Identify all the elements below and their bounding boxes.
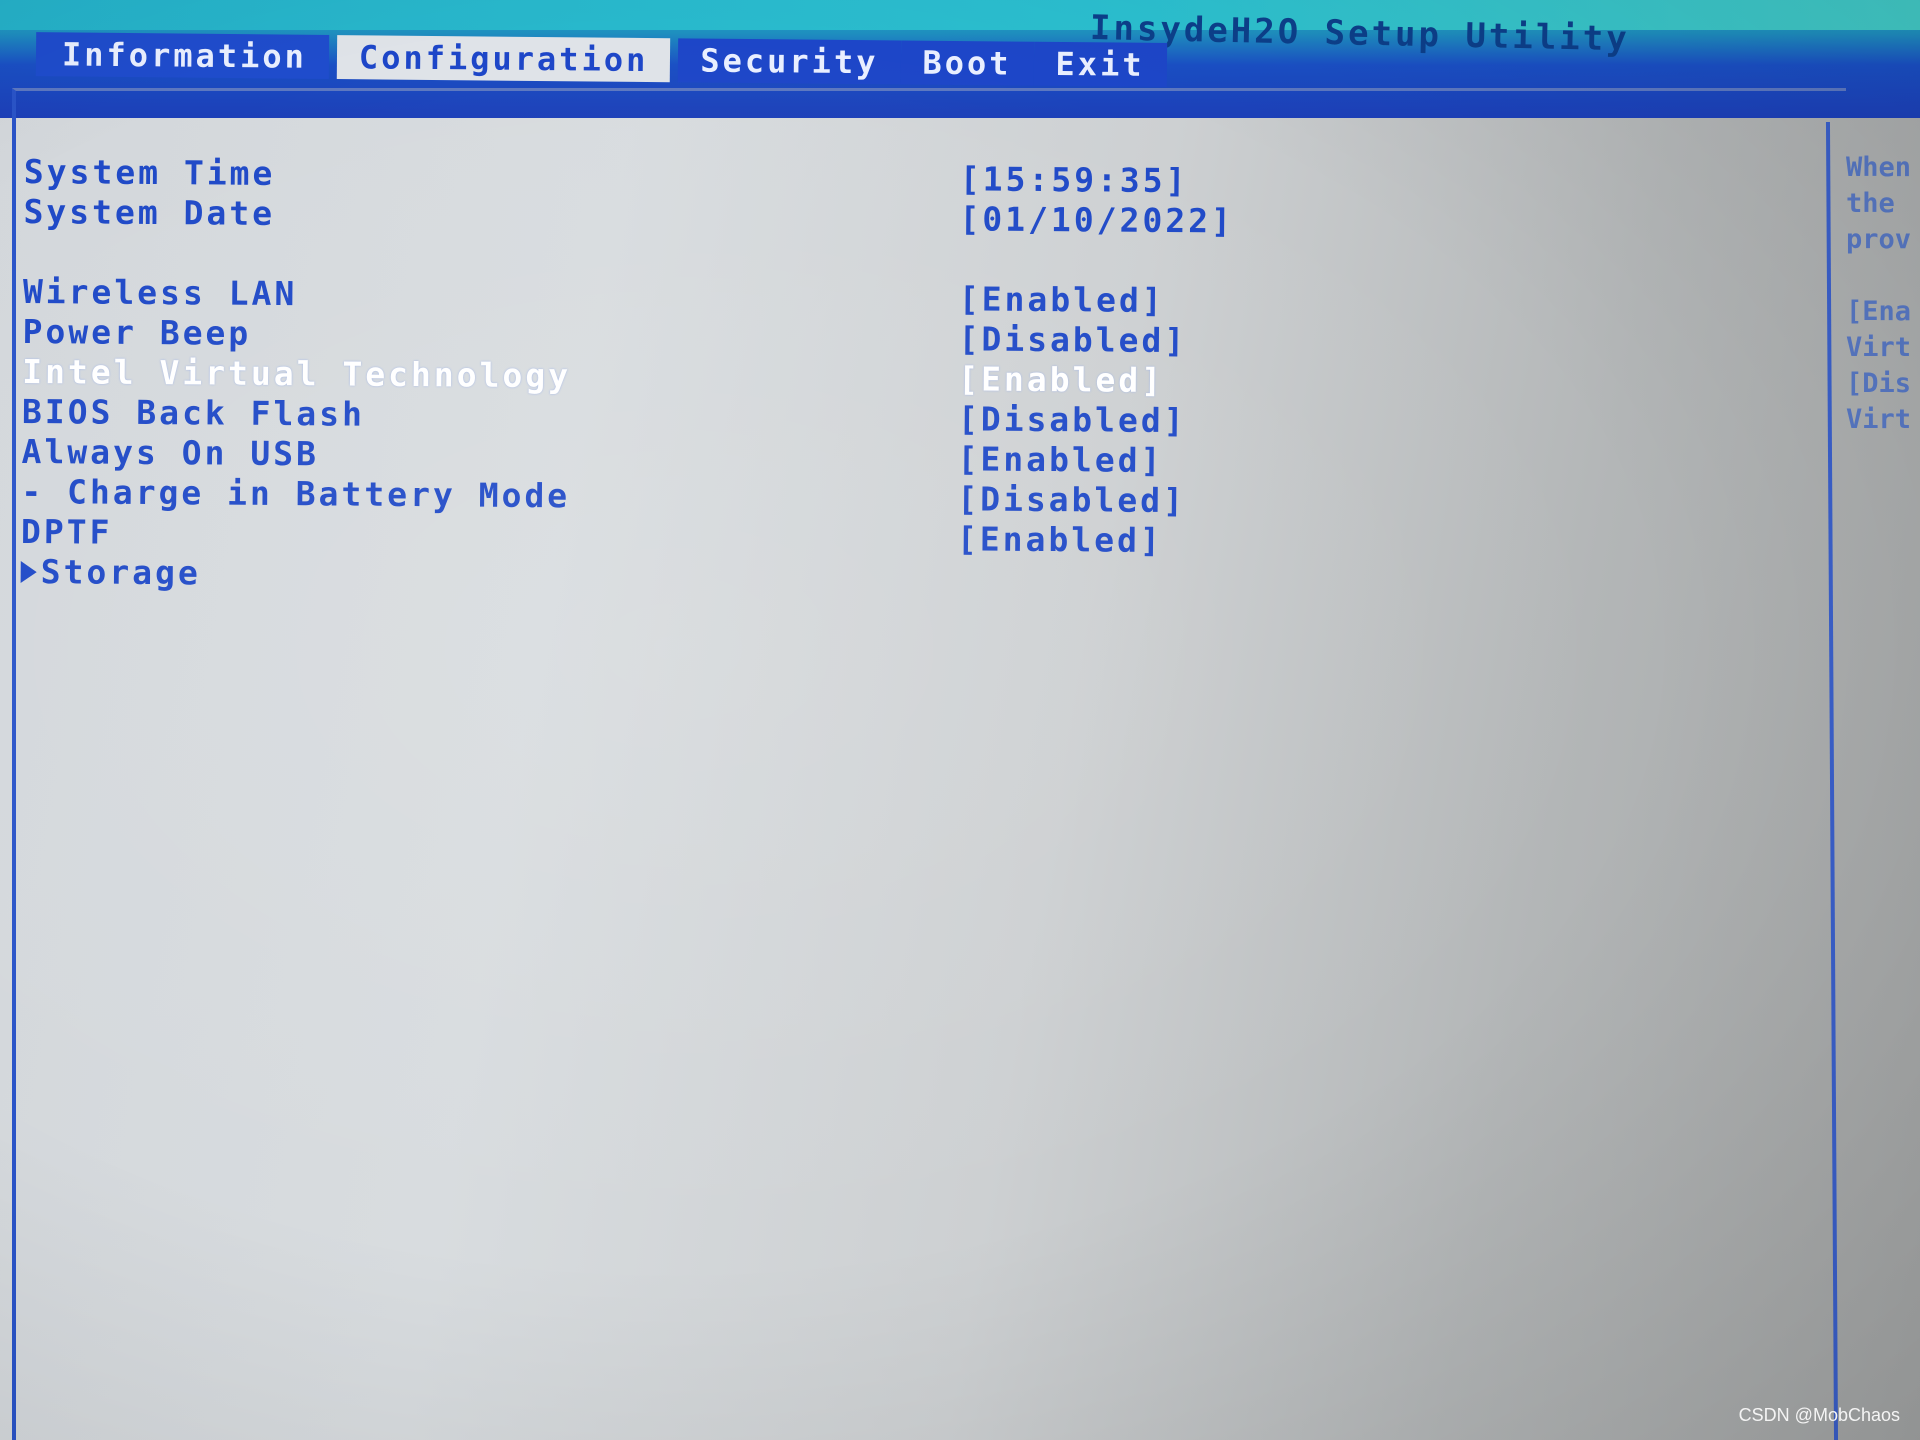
submenu-arrow-icon xyxy=(20,560,37,584)
setting-value[interactable]: [Enabled] xyxy=(958,359,1164,400)
tab-information[interactable]: Information xyxy=(35,32,330,79)
tab-bar: Information Configuration Security Boot … xyxy=(18,32,1167,88)
tab-configuration[interactable]: Configuration xyxy=(336,35,671,83)
help-line: Virt xyxy=(1846,332,1912,363)
setting-label: DPTF xyxy=(20,511,113,552)
submenu-text: Storage xyxy=(40,552,201,593)
setting-label: - Charge in Battery Mode xyxy=(21,471,571,516)
setting-value[interactable]: [Disabled] xyxy=(958,319,1187,360)
setting-label: BIOS Back Flash xyxy=(21,391,366,434)
setting-value[interactable]: [Enabled] xyxy=(957,439,1163,480)
help-line: [Dis xyxy=(1846,368,1912,399)
tab-exit[interactable]: Exit xyxy=(1033,41,1167,88)
submenu-label: Storage xyxy=(20,552,201,593)
help-line: prov xyxy=(1846,224,1912,255)
setting-label: Power Beep xyxy=(22,311,252,353)
setting-label: Wireless LAN xyxy=(22,271,298,314)
setting-label: Intel Virtual Technology xyxy=(22,351,572,396)
setting-value[interactable]: [Enabled] xyxy=(957,519,1163,560)
watermark: CSDN @MobChaos xyxy=(1738,1405,1900,1425)
help-line: [Ena xyxy=(1846,296,1912,327)
help-panel: When the prov [Ena Virt [Dis Virt xyxy=(1846,150,1920,438)
help-line: Virt xyxy=(1846,404,1912,435)
tab-security[interactable]: Security xyxy=(678,38,901,85)
help-line: When xyxy=(1846,152,1912,183)
setting-value[interactable]: [Enabled] xyxy=(959,279,1165,320)
setting-value[interactable]: [Disabled] xyxy=(958,399,1187,440)
help-line: the xyxy=(1846,188,1895,219)
setting-value[interactable]: [Disabled] xyxy=(957,479,1186,520)
tab-boot[interactable]: Boot xyxy=(900,40,1034,86)
help-line-gap xyxy=(1846,258,1920,294)
setting-value[interactable]: [01/10/2022] xyxy=(959,199,1234,240)
setting-label: System Time xyxy=(23,152,276,193)
header-accent-strip xyxy=(0,0,1920,30)
bios-screen: InsydeH2O Setup Utility Information Conf… xyxy=(0,0,1920,1440)
settings-list: System Time [15:59:35] System Date [01/1… xyxy=(20,152,1234,601)
setting-label: System Date xyxy=(23,191,276,233)
setting-label: Always On USB xyxy=(21,431,320,474)
setting-value[interactable]: [15:59:35] xyxy=(960,159,1189,200)
